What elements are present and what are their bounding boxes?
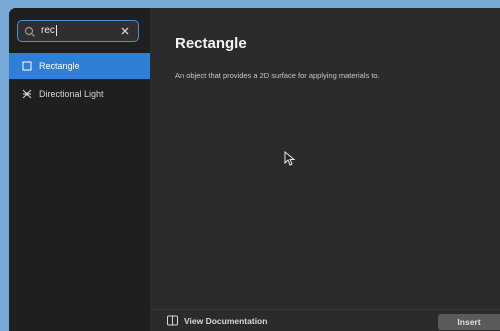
rectangle-icon xyxy=(21,60,33,72)
object-library-window: rec Rectangle Directional Light Rectangl… xyxy=(9,8,500,331)
documentation-icon xyxy=(167,315,178,326)
object-description: An object that provides a 2D surface for… xyxy=(175,71,380,80)
text-caret xyxy=(55,25,57,37)
sidebar: rec Rectangle Directional Light xyxy=(9,8,150,331)
search-icon xyxy=(24,25,36,37)
close-icon[interactable] xyxy=(118,24,132,38)
insert-button[interactable]: Insert xyxy=(438,314,500,330)
directional-light-icon xyxy=(21,88,33,100)
sidebar-item-directional-light[interactable]: Directional Light xyxy=(9,81,150,107)
sidebar-item-label: Directional Light xyxy=(39,89,104,99)
search-input[interactable]: rec xyxy=(41,25,57,37)
sidebar-item-rectangle[interactable]: Rectangle xyxy=(9,53,150,79)
mouse-pointer-icon xyxy=(284,151,296,166)
detail-pane: Rectangle An object that provides a 2D s… xyxy=(150,8,500,331)
footer-bar: View Documentation Insert xyxy=(150,309,500,331)
view-documentation-label: View Documentation xyxy=(184,315,268,326)
sidebar-item-label: Rectangle xyxy=(39,61,80,71)
view-documentation-button[interactable]: View Documentation xyxy=(167,315,267,326)
page-title: Rectangle xyxy=(175,35,247,52)
search-field[interactable]: rec xyxy=(17,20,139,42)
